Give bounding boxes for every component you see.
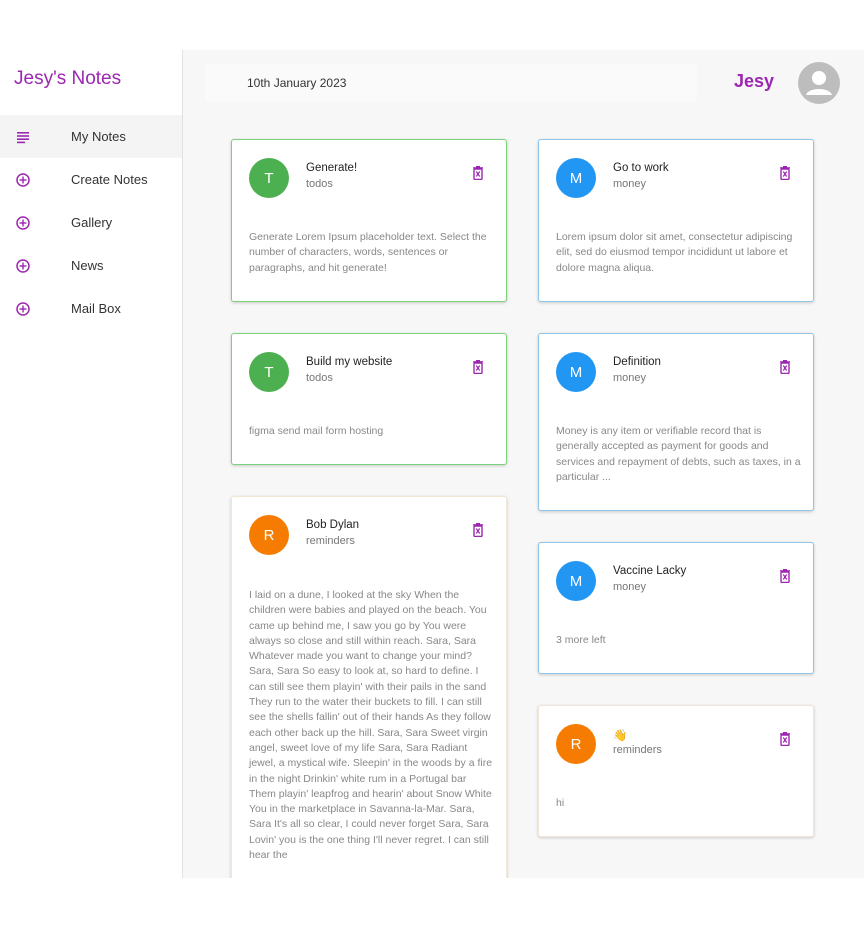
note-avatar: R (556, 724, 596, 764)
note-title: Build my website (306, 356, 393, 368)
note-category: money (613, 178, 647, 190)
add-circle-icon (16, 172, 30, 187)
top-bar: 10th January 2023 Jesy (183, 50, 864, 115)
current-date: 10th January 2023 (247, 76, 347, 90)
note-body: hi (556, 797, 565, 809)
note-card[interactable]: T Build my website todos figma send mail… (231, 333, 507, 465)
add-circle-icon (16, 258, 30, 273)
sidebar-item-label: Create Notes (71, 172, 148, 187)
sidebar-item-label: Mail Box (71, 301, 121, 316)
note-avatar: R (249, 515, 289, 555)
note-title: Go to work (613, 162, 669, 174)
add-circle-icon (16, 215, 30, 230)
sidebar-item-my-notes[interactable]: My Notes (0, 115, 182, 158)
note-body: Generate Lorem Ipsum placeholder text. S… (249, 231, 487, 274)
note-body: Money is any item or verifiable record t… (556, 425, 801, 483)
main-content: 10th January 2023 Jesy T Generate! todos… (183, 50, 864, 878)
note-body: I laid on a dune, I looked at the sky Wh… (249, 589, 493, 862)
sidebar-item-create-notes[interactable]: Create Notes (0, 158, 182, 201)
note-avatar: M (556, 352, 596, 392)
note-avatar: T (249, 352, 289, 392)
sidebar-item-news[interactable]: News (0, 244, 182, 287)
sidebar-item-gallery[interactable]: Gallery (0, 201, 182, 244)
delete-icon[interactable] (779, 360, 791, 374)
sidebar-item-mail-box[interactable]: Mail Box (0, 287, 182, 330)
sidebar-item-label: My Notes (71, 129, 126, 144)
note-card[interactable]: T Generate! todos Generate Lorem Ipsum p… (231, 139, 507, 302)
note-title: 👋 (613, 730, 628, 742)
note-category: money (613, 581, 647, 593)
note-category: money (613, 372, 647, 384)
list-icon (17, 131, 29, 143)
note-avatar: M (556, 158, 596, 198)
note-body: figma send mail form hosting (249, 425, 384, 437)
delete-icon[interactable] (472, 523, 484, 537)
user-name: Jesy (734, 71, 775, 91)
delete-icon[interactable] (472, 166, 484, 180)
sidebar-item-label: Gallery (71, 215, 113, 230)
add-circle-icon (16, 301, 30, 316)
app-window: Jesy's Notes My Notes Create Notes Galle… (0, 50, 864, 878)
delete-icon[interactable] (779, 732, 791, 746)
note-category: todos (306, 372, 333, 384)
note-body: Lorem ipsum dolor sit amet, consectetur … (556, 231, 793, 274)
note-title: Vaccine Lacky (613, 565, 687, 577)
note-card[interactable]: M Definition money Money is any item or … (538, 333, 814, 511)
note-card[interactable]: M Vaccine Lacky money 3 more left (538, 542, 814, 674)
sidebar-nav: My Notes Create Notes Gallery News Mail … (0, 115, 182, 330)
note-card[interactable]: M Go to work money Lorem ipsum dolor sit… (538, 139, 814, 302)
note-title: Bob Dylan (306, 519, 360, 531)
sidebar: Jesy's Notes My Notes Create Notes Galle… (0, 50, 183, 878)
person-icon (806, 71, 832, 95)
delete-icon[interactable] (779, 569, 791, 583)
note-title: Definition (613, 356, 661, 368)
note-avatar: T (249, 158, 289, 198)
user-avatar[interactable] (798, 62, 840, 104)
note-category: reminders (306, 535, 355, 547)
app-brand: Jesy's Notes (14, 68, 122, 89)
note-category: todos (306, 178, 333, 190)
note-card[interactable]: R 👋 reminders hi (538, 705, 814, 837)
note-category: reminders (613, 744, 662, 756)
delete-icon[interactable] (779, 166, 791, 180)
note-title: Generate! (306, 162, 358, 174)
sidebar-item-label: News (71, 258, 104, 273)
delete-icon[interactable] (472, 360, 484, 374)
note-card[interactable]: R Bob Dylan reminders I laid on a dune, … (231, 496, 507, 878)
note-avatar: M (556, 561, 596, 601)
note-body: 3 more left (556, 634, 606, 646)
